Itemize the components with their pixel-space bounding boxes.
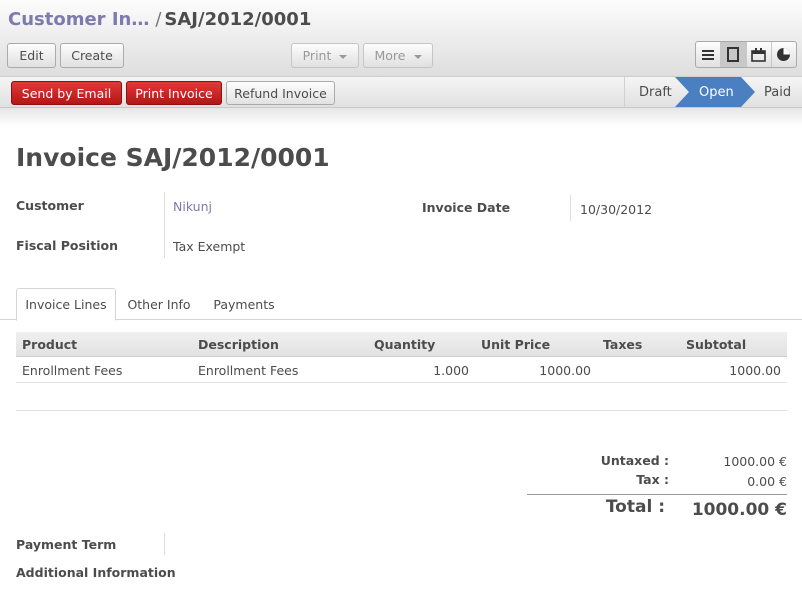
untaxed-amount-value: 1000.00 €	[723, 454, 787, 469]
graph-view-button[interactable]	[772, 42, 796, 67]
column-header-description[interactable]: Description	[198, 337, 279, 352]
state-progress: Draft Open Paid	[624, 77, 802, 107]
edit-button[interactable]: Edit	[7, 43, 56, 68]
field-divider	[570, 195, 571, 221]
payment-term-label: Payment Term	[16, 537, 117, 552]
tab-invoice-lines[interactable]: Invoice Lines	[16, 288, 116, 321]
form-icon	[727, 47, 740, 62]
column-header-quantity[interactable]: Quantity	[374, 337, 435, 352]
customer-link[interactable]: Nikunj	[173, 199, 212, 214]
chevron-down-icon	[339, 54, 348, 59]
additional-information-label: Additional Information	[16, 565, 176, 580]
print-dropdown-label: Print	[302, 48, 332, 63]
breadcrumb-current: SAJ/2012/0001	[164, 9, 312, 30]
column-header-taxes[interactable]: Taxes	[603, 337, 642, 352]
form-sheet-shadow	[0, 108, 802, 126]
graph-icon	[777, 48, 791, 61]
cell-quantity: 1.000	[433, 363, 469, 378]
tab-payments-label: Payments	[213, 296, 275, 312]
column-header-subtotal[interactable]: Subtotal	[686, 337, 746, 352]
calendar-view-button[interactable]	[747, 42, 772, 67]
create-button-label: Create	[71, 48, 113, 63]
page-title: Invoice SAJ/2012/0001	[16, 143, 330, 172]
fiscal-position-label: Fiscal Position	[16, 238, 118, 253]
breadcrumb: Customer In… / SAJ/2012/0001	[8, 9, 311, 30]
table-row[interactable]: Enrollment Fees Enrollment Fees 1.000 10…	[16, 357, 787, 383]
print-invoice-button[interactable]: Print Invoice	[126, 81, 222, 105]
untaxed-amount-label: Untaxed :	[600, 453, 669, 468]
list-view-button[interactable]	[696, 42, 722, 67]
field-divider	[164, 533, 165, 555]
send-by-email-button[interactable]: Send by Email	[11, 81, 122, 105]
print-invoice-label: Print Invoice	[135, 85, 213, 101]
cell-subtotal: 1000.00	[729, 363, 781, 378]
print-dropdown-button[interactable]: Print	[291, 43, 359, 68]
calendar-icon	[751, 47, 766, 62]
fiscal-position-value: Tax Exempt	[173, 239, 246, 254]
tax-amount-label: Tax :	[636, 472, 669, 487]
customer-label: Customer	[16, 198, 84, 213]
edit-button-label: Edit	[19, 48, 44, 63]
invoice-lines-header: Product Description Quantity Unit Price …	[16, 332, 787, 357]
lines-divider	[16, 410, 787, 411]
breadcrumb-parent-link[interactable]: Customer In…	[8, 9, 149, 30]
tab-invoice-lines-label: Invoice Lines	[25, 297, 107, 312]
create-button[interactable]: Create	[60, 43, 124, 68]
chevron-down-icon	[413, 54, 422, 59]
cell-description: Enrollment Fees	[198, 363, 299, 378]
more-dropdown-button[interactable]: More	[363, 43, 433, 68]
state-draft[interactable]: Draft	[639, 85, 672, 100]
invoice-date-value: 10/30/2012	[580, 202, 653, 217]
tab-other-info-label: Other Info	[127, 296, 191, 312]
cell-unit-price: 1000.00	[539, 363, 591, 378]
more-dropdown-label: More	[374, 48, 406, 63]
send-by-email-label: Send by Email	[21, 85, 112, 101]
refund-invoice-label: Refund Invoice	[234, 85, 327, 101]
total-amount-value: 1000.00 €	[691, 500, 787, 520]
total-amount-label: Total :	[605, 497, 665, 517]
column-header-unit-price[interactable]: Unit Price	[481, 337, 550, 352]
totals-divider	[527, 494, 787, 495]
view-switcher	[695, 41, 797, 68]
state-open[interactable]: Open	[699, 85, 734, 100]
column-header-product[interactable]: Product	[22, 337, 77, 352]
field-divider	[164, 192, 165, 258]
list-icon	[702, 49, 715, 60]
state-paid[interactable]: Paid	[764, 85, 791, 100]
invoice-date-label: Invoice Date	[422, 200, 511, 215]
form-view-button[interactable]	[721, 42, 747, 67]
top-control-panel: Customer In… / SAJ/2012/0001 Edit Create P…	[0, 0, 802, 77]
notebook-tabs: Invoice Lines Other Info Payments	[0, 288, 802, 321]
cell-product: Enrollment Fees	[22, 363, 123, 378]
refund-invoice-button[interactable]: Refund Invoice	[226, 81, 335, 105]
tab-other-info[interactable]: Other Info	[122, 288, 196, 320]
status-bar: Send by Email Print Invoice Refund Invoi…	[0, 77, 802, 108]
tab-payments[interactable]: Payments	[204, 288, 284, 320]
tax-amount-value: 0.00 €	[747, 474, 787, 489]
breadcrumb-separator: /	[155, 9, 162, 30]
